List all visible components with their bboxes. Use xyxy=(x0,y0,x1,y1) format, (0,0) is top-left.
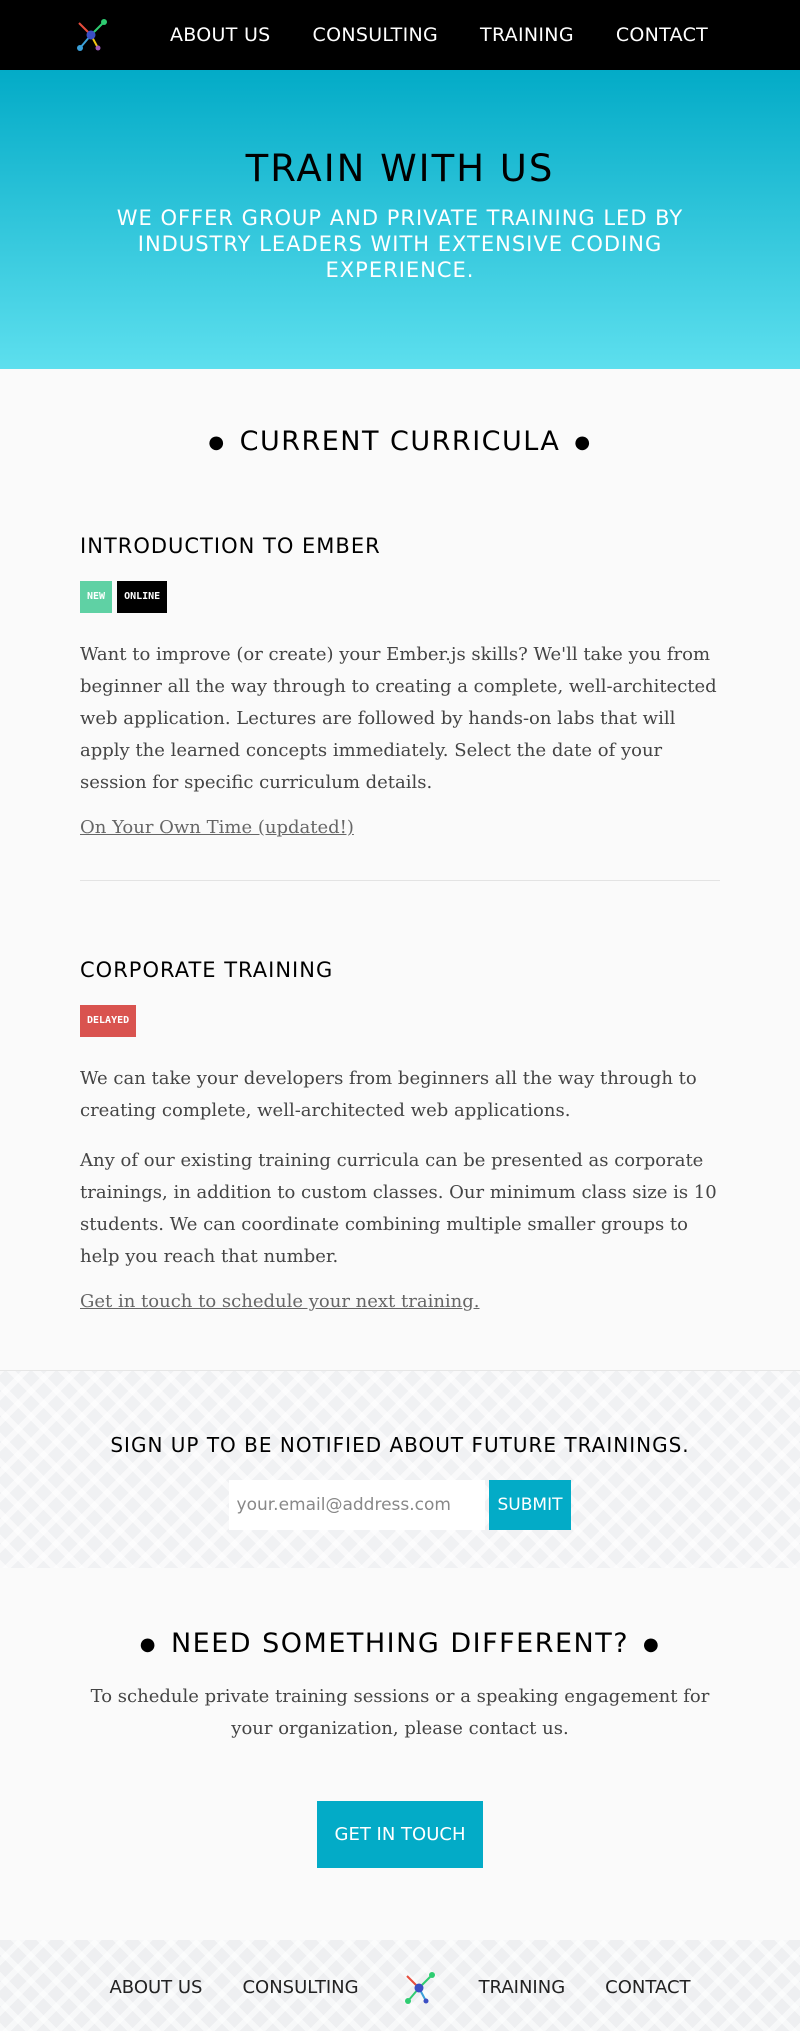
curricula-title: CURRENT CURRICULA xyxy=(239,426,561,457)
footer-nav: ABOUT US CONSULTING TRAINING CONTACT xyxy=(0,1940,800,2031)
nav-consulting[interactable]: CONSULTING xyxy=(313,24,439,46)
nav-contact[interactable]: CONTACT xyxy=(616,24,708,46)
course-title: CORPORATE TRAINING xyxy=(80,958,334,982)
footer-training[interactable]: TRAINING xyxy=(479,1977,566,1998)
badge-new: NEW xyxy=(80,581,113,613)
get-in-touch-button[interactable]: GET IN TOUCH xyxy=(317,1801,483,1868)
network-node-icon[interactable] xyxy=(399,1968,439,2008)
contact-cta-section: ● NEED SOMETHING DIFFERENT? ● To schedule … xyxy=(0,1568,800,1940)
curricula-heading: ● CURRENT CURRICULA ● xyxy=(80,426,720,457)
different-title: NEED SOMETHING DIFFERENT? xyxy=(170,1628,630,1659)
bullet-dot-icon: ● xyxy=(139,1634,157,1655)
hero-title: TRAIN WITH US xyxy=(245,147,555,190)
badge-online: ONLINE xyxy=(117,581,168,613)
course-title: INTRODUCTION TO EMBER xyxy=(80,534,381,558)
badge-delayed: DELAYED xyxy=(80,1005,137,1037)
different-text: To schedule private training sessions or… xyxy=(90,1686,710,1739)
footer-consulting[interactable]: CONSULTING xyxy=(242,1977,358,1998)
course-corporate: CORPORATE TRAINING DELAYED We can take y… xyxy=(80,881,720,1312)
signup-title: SIGN UP TO BE NOTIFIED ABOUT FUTURE TRAI… xyxy=(110,1433,690,1457)
bullet-dot-icon: ● xyxy=(643,1634,661,1655)
course-description: We can take your developers from beginne… xyxy=(80,1068,697,1121)
course-description: Want to improve (or create) your Ember.j… xyxy=(80,644,717,793)
course-ember: INTRODUCTION TO EMBER NEW ONLINE Want to… xyxy=(80,457,720,838)
hero-subtitle: We offer group and private training led … xyxy=(116,206,684,282)
nav-about-us[interactable]: ABOUT US xyxy=(170,24,271,46)
top-nav: ABOUT US CONSULTING TRAINING CONTACT xyxy=(0,0,800,70)
signup-form: SUBMIT xyxy=(0,1480,800,1530)
nav-training[interactable]: TRAINING xyxy=(480,24,574,46)
footer-contact[interactable]: CONTACT xyxy=(605,1977,690,1998)
footer-about-us[interactable]: ABOUT US xyxy=(109,1977,202,1998)
signup-section: SIGN UP TO BE NOTIFIED ABOUT FUTURE TRAI… xyxy=(0,1370,800,1568)
different-heading: ● NEED SOMETHING DIFFERENT? ● xyxy=(0,1628,800,1659)
course-badges: NEW ONLINE xyxy=(80,581,720,613)
course-description: Any of our existing training curricula c… xyxy=(80,1150,717,1267)
course-session-link[interactable]: On Your Own Time (updated!) xyxy=(80,817,354,838)
network-node-icon[interactable] xyxy=(71,15,111,55)
email-input[interactable] xyxy=(228,1480,485,1530)
bullet-dot-icon: ● xyxy=(208,432,226,453)
bullet-dot-icon: ● xyxy=(574,432,592,453)
submit-button[interactable]: SUBMIT xyxy=(488,1480,572,1530)
course-badges: DELAYED xyxy=(80,1005,720,1037)
curricula-section: ● CURRENT CURRICULA ● INTRODUCTION TO EMBE… xyxy=(0,369,800,1370)
schedule-training-link[interactable]: Get in touch to schedule your next train… xyxy=(80,1291,480,1312)
hero-banner: TRAIN WITH US We offer group and private… xyxy=(0,70,800,369)
